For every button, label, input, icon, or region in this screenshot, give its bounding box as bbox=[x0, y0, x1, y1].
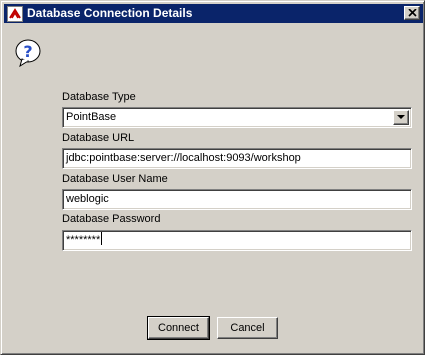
db-user-input[interactable]: weblogic bbox=[62, 189, 412, 210]
db-password-input[interactable]: ******** bbox=[62, 230, 412, 251]
svg-text:?: ? bbox=[23, 42, 32, 61]
db-url-value: jdbc:pointbase:server://localhost:9093/w… bbox=[66, 152, 301, 164]
dialog-window: Database Connection Details ? Database T… bbox=[0, 0, 425, 355]
db-user-value: weblogic bbox=[66, 193, 109, 205]
title-bar[interactable]: Database Connection Details bbox=[4, 4, 423, 23]
db-url-input[interactable]: jdbc:pointbase:server://localhost:9093/w… bbox=[62, 148, 412, 169]
close-button[interactable] bbox=[404, 6, 420, 20]
question-icon: ? bbox=[13, 37, 45, 69]
db-type-dropdown-button[interactable] bbox=[393, 110, 409, 125]
window-title: Database Connection Details bbox=[27, 6, 193, 20]
connect-button[interactable]: Connect bbox=[147, 316, 210, 340]
db-password-value: ******** bbox=[66, 234, 101, 246]
db-url-label: Database URL bbox=[62, 132, 135, 144]
text-caret bbox=[101, 232, 103, 245]
db-type-label: Database Type bbox=[62, 91, 136, 103]
cancel-button[interactable]: Cancel bbox=[217, 317, 278, 339]
db-password-label: Database Password bbox=[62, 213, 161, 225]
app-icon bbox=[7, 6, 23, 22]
db-type-value: PointBase bbox=[66, 111, 117, 123]
db-user-label: Database User Name bbox=[62, 173, 168, 185]
chevron-down-icon bbox=[397, 115, 405, 119]
close-icon bbox=[408, 9, 417, 17]
db-type-select[interactable]: PointBase bbox=[62, 107, 412, 128]
